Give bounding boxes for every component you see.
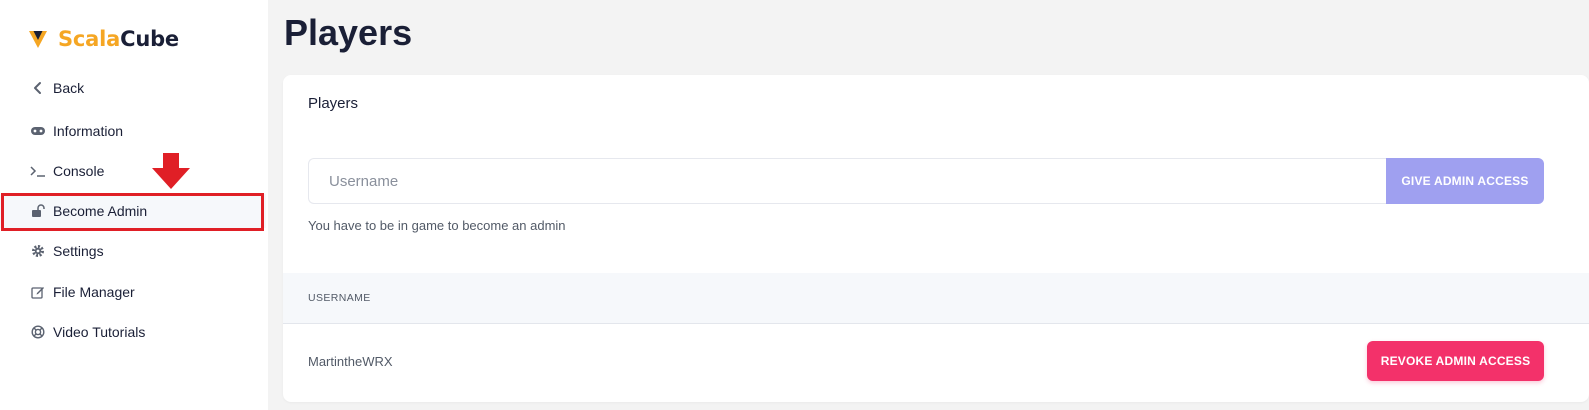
revoke-admin-access-button[interactable]: REVOKE ADMIN ACCESS	[1367, 341, 1544, 381]
sidebar-item-video-tutorials[interactable]: Video Tutorials	[0, 315, 266, 349]
sidebar: ScalaCube Back Information Console Becom…	[0, 0, 268, 410]
admin-hint-text: You have to be in game to become an admi…	[308, 218, 566, 233]
players-card: Players GIVE ADMIN ACCESS You have to be…	[283, 75, 1589, 402]
column-header-username: USERNAME	[308, 292, 371, 304]
gamepad-icon	[30, 123, 46, 139]
sidebar-item-back[interactable]: Back	[0, 71, 266, 105]
edit-icon	[30, 284, 46, 300]
sidebar-item-label: Information	[53, 123, 124, 139]
lifebuoy-icon	[30, 324, 46, 340]
page-title: Players	[284, 12, 413, 53]
sidebar-item-label: File Manager	[53, 284, 135, 300]
sidebar-item-label: Become Admin	[53, 203, 148, 219]
player-username: MartintheWRX	[308, 354, 393, 369]
table-header: USERNAME	[283, 273, 1589, 324]
gear-icon	[30, 243, 46, 259]
card-title: Players	[308, 95, 359, 112]
sidebar-item-settings[interactable]: Settings	[0, 234, 266, 268]
sidebar-item-information[interactable]: Information	[0, 114, 266, 148]
sidebar-item-file-manager[interactable]: File Manager	[0, 275, 266, 309]
give-admin-access-button[interactable]: GIVE ADMIN ACCESS	[1386, 158, 1544, 204]
admin-input-group: GIVE ADMIN ACCESS	[308, 158, 1544, 204]
terminal-icon	[30, 163, 46, 179]
sidebar-item-console[interactable]: Console	[0, 154, 266, 188]
unlock-icon	[30, 203, 46, 219]
sidebar-item-label: Video Tutorials	[53, 324, 146, 340]
chevron-left-icon	[30, 80, 46, 96]
sidebar-item-label: Console	[53, 163, 105, 179]
red-arrow-down-icon	[152, 153, 190, 189]
sidebar-item-become-admin[interactable]: Become Admin	[0, 194, 266, 228]
sidebar-item-label: Settings	[53, 243, 104, 259]
table-row: MartintheWRX REVOKE ADMIN ACCESS	[283, 325, 1589, 401]
scalacube-logo-icon	[29, 31, 47, 48]
brand-name: ScalaCube	[58, 27, 179, 51]
logo[interactable]: ScalaCube	[27, 24, 179, 54]
sidebar-item-label: Back	[53, 80, 85, 96]
username-input[interactable]	[308, 158, 1386, 204]
